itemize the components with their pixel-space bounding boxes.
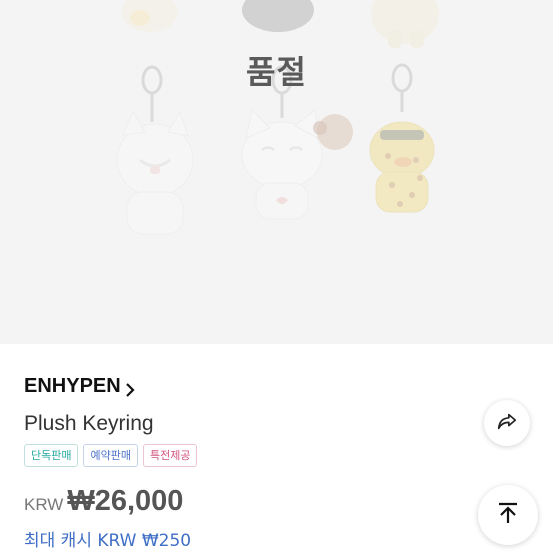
badge-benefit: 특전제공 — [142, 444, 198, 467]
artist-name: ENHYPEN — [24, 375, 121, 397]
scroll-top-button[interactable] — [478, 485, 538, 545]
product-image[interactable]: 품절 — [0, 0, 553, 344]
price-row: KRW ₩26,000 — [24, 485, 183, 518]
product-name: Plush Keyring — [24, 412, 154, 435]
badge-preorder: 예약판매 — [83, 444, 138, 467]
artist-link[interactable]: ENHYPEN — [24, 375, 135, 398]
arrow-up-to-top-icon — [496, 501, 520, 529]
share-icon — [496, 410, 518, 436]
sold-out-label: 품절 — [246, 53, 307, 91]
price: ₩26,000 — [67, 485, 184, 517]
share-button[interactable] — [484, 400, 530, 446]
currency-code: KRW — [24, 495, 64, 514]
badge-exclusive: 단독판매 — [24, 444, 79, 467]
cashback-info: 최대 캐시 KRW ₩250 — [24, 531, 192, 551]
badge-list: 단독판매 예약판매 특전제공 — [24, 444, 198, 467]
chevron-right-icon — [125, 380, 135, 397]
